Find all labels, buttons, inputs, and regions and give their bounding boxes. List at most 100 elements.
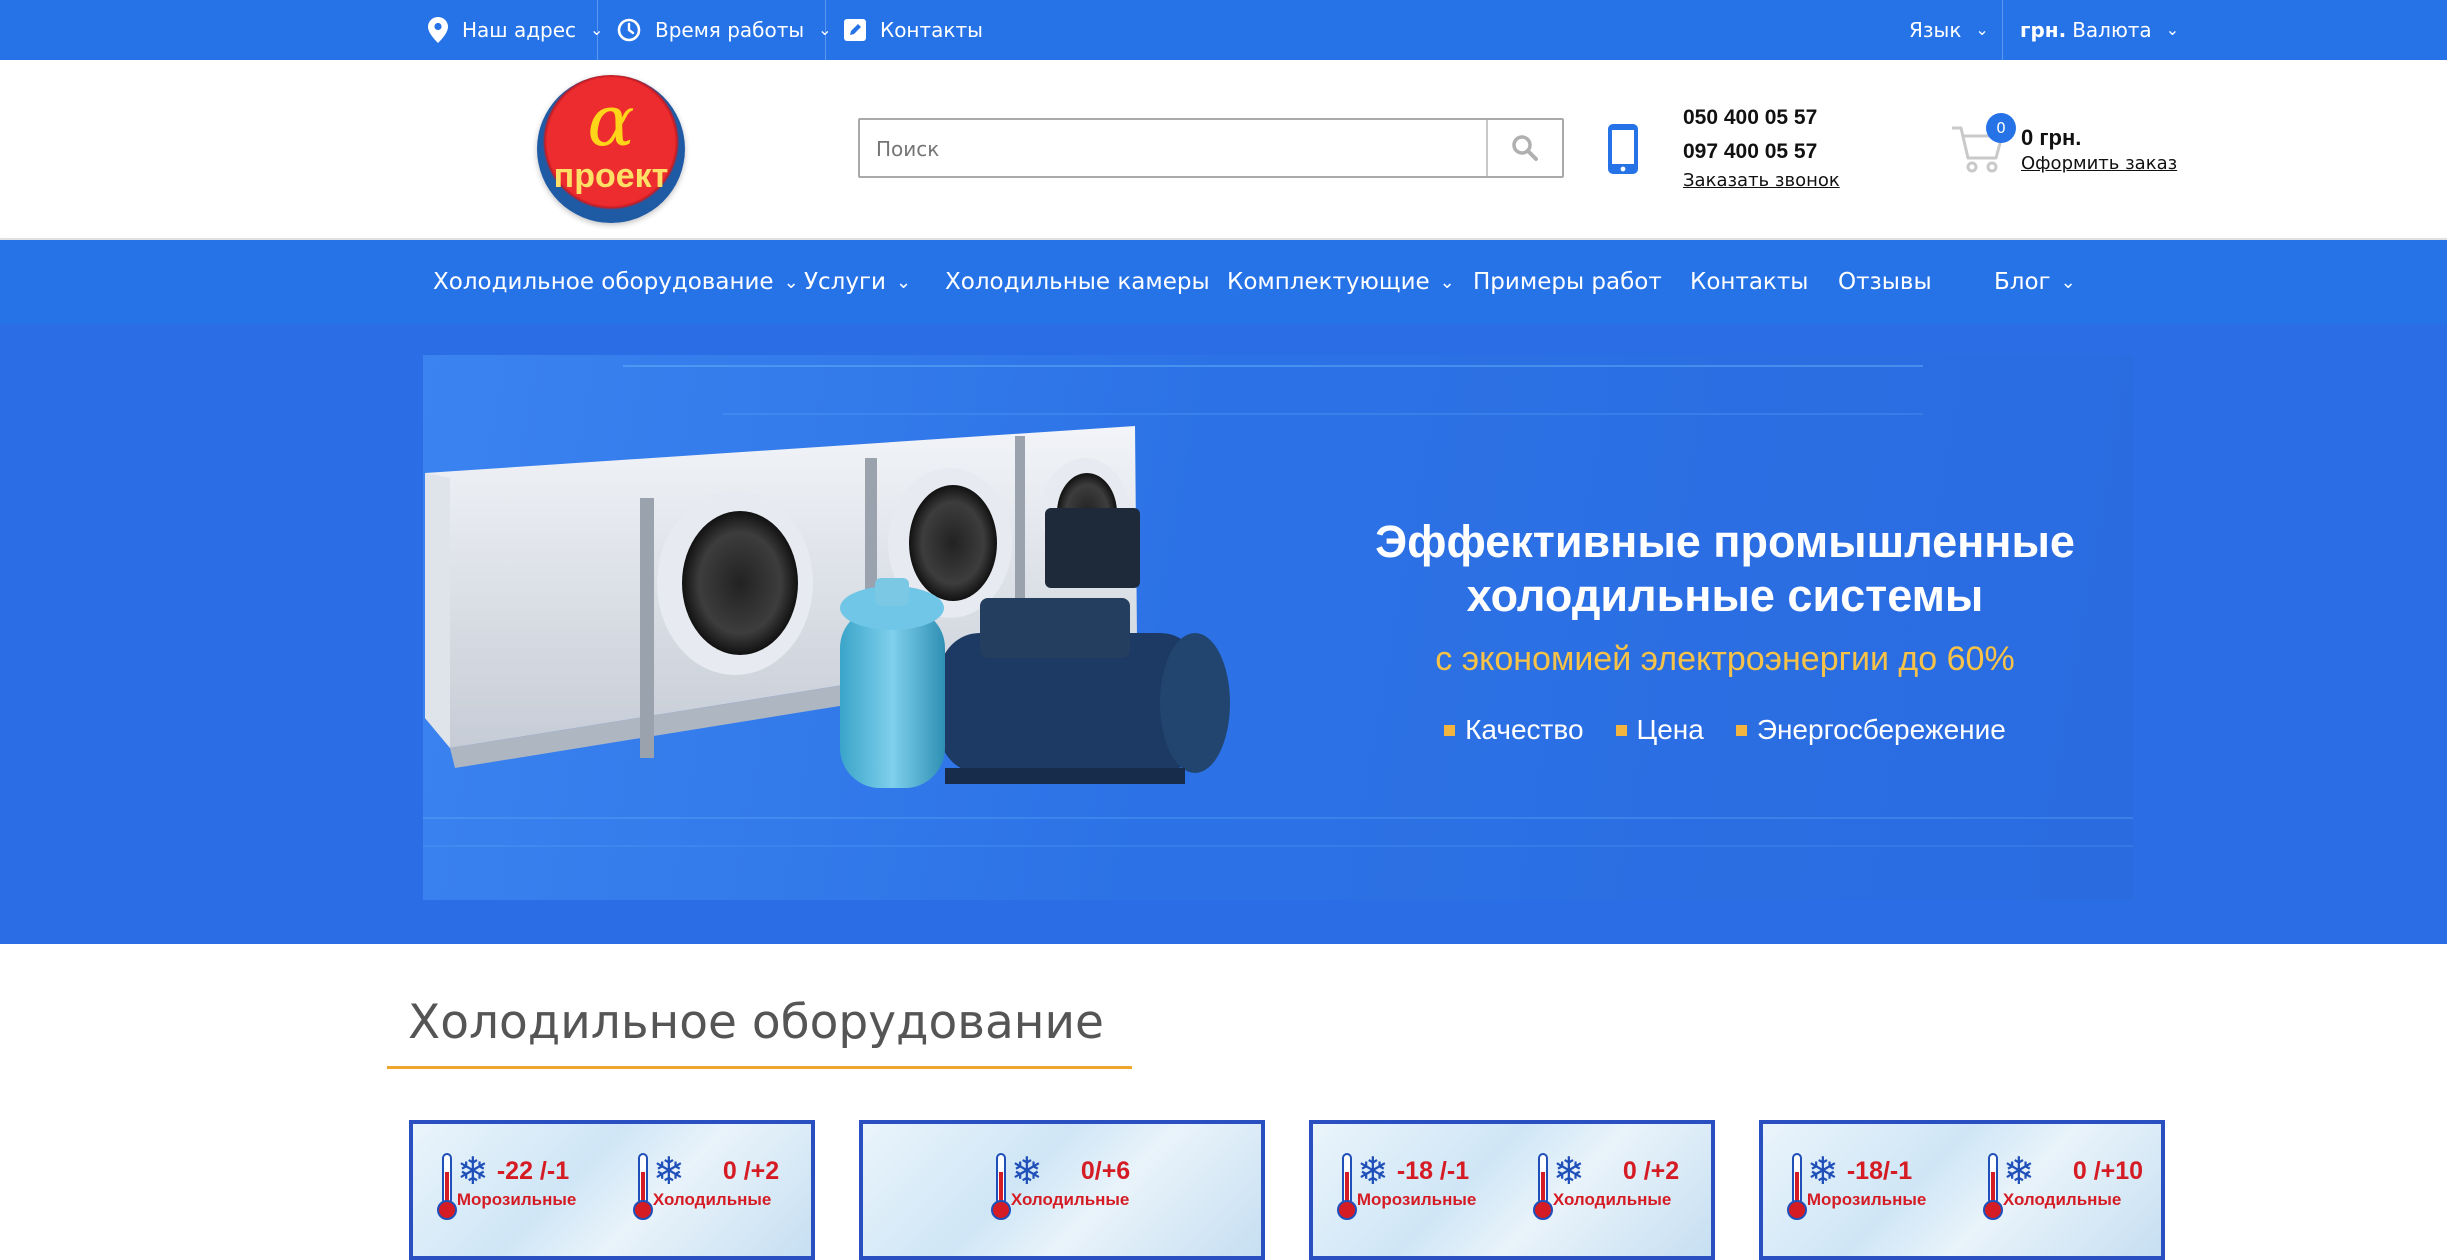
nav-item-services[interactable]: Услуги ⌄ bbox=[804, 240, 911, 324]
temp-range: -18 /-1 bbox=[1396, 1157, 1470, 1185]
clock-icon bbox=[617, 18, 641, 42]
thermometer-icon bbox=[437, 1153, 457, 1220]
banner-subtitle: с экономией электроэнергии до 60% bbox=[1435, 640, 2015, 678]
section-underline bbox=[387, 1066, 1132, 1069]
section-title: Холодильное оборудование bbox=[408, 995, 1104, 1050]
decor-line bbox=[423, 845, 2133, 847]
contacts-link[interactable]: Контакты bbox=[844, 0, 983, 60]
thermometer-icon bbox=[1337, 1153, 1357, 1220]
category-card[interactable]: ❄ -18 /-1 Морозильные ❄ 0 /+2 Холодильны… bbox=[1309, 1120, 1715, 1260]
nav-item-label: Контакты bbox=[1690, 269, 1809, 295]
banner-features: Качество Цена Энергосбережение bbox=[1270, 714, 2180, 746]
divider bbox=[597, 0, 598, 60]
feature-label: Качество bbox=[1465, 714, 1584, 745]
banner-title: Эффективные промышленные холодильные сис… bbox=[1270, 515, 2180, 623]
snowflake-icon: ❄ bbox=[1011, 1149, 1043, 1193]
currency-menu[interactable]: грн. Валюта ⌄ bbox=[2020, 0, 2179, 60]
address-menu[interactable]: Наш адрес ⌄ bbox=[428, 0, 603, 60]
nav-item-reviews[interactable]: Отзывы bbox=[1838, 240, 1932, 324]
nav-item-label: Комплектующие bbox=[1227, 269, 1430, 295]
divider bbox=[2002, 0, 2003, 60]
chevron-down-icon: ⌄ bbox=[2060, 271, 2076, 293]
nav-item-components[interactable]: Комплектующие ⌄ bbox=[1227, 240, 1455, 324]
logo-alpha: α bbox=[587, 80, 635, 162]
temp-group: ❄ -22 /-1 Морозильные bbox=[435, 1152, 576, 1222]
snowflake-icon: ❄ bbox=[457, 1149, 489, 1193]
nav-item-label: Услуги bbox=[804, 269, 887, 295]
phone-number-2[interactable]: 097 400 05 57 bbox=[1683, 140, 1817, 164]
temp-group: ❄ -18/-1 Морозильные bbox=[1785, 1152, 1926, 1222]
temp-group: ❄ 0 /+2 Холодильные bbox=[631, 1152, 779, 1222]
temp-group: ❄ 0 /+2 Холодильные bbox=[1531, 1152, 1679, 1222]
currency-code: грн. bbox=[2020, 18, 2067, 42]
thermometer-icon bbox=[1983, 1153, 2003, 1220]
nav-item-contacts[interactable]: Контакты bbox=[1690, 240, 1808, 324]
category-card[interactable]: ❄ -18/-1 Морозильные ❄ 0 /+10 Холодильны… bbox=[1759, 1120, 2165, 1260]
search-icon bbox=[1512, 135, 1538, 161]
snowflake-icon: ❄ bbox=[653, 1149, 685, 1193]
bullet-icon bbox=[1735, 724, 1747, 736]
search-input[interactable] bbox=[874, 120, 1478, 178]
temp-type: Морозильные bbox=[1806, 1190, 1927, 1209]
temp-range: 0 /+2 bbox=[722, 1157, 780, 1185]
temp-type: Холодильные bbox=[2002, 1190, 2122, 1209]
feature-label: Цена bbox=[1636, 714, 1704, 745]
search-button[interactable] bbox=[1486, 120, 1562, 176]
callback-link[interactable]: Заказать звонок bbox=[1683, 170, 1840, 191]
temp-group: ❄ 0/+6 Холодильные bbox=[989, 1152, 1130, 1222]
language-label: Язык bbox=[1909, 18, 1962, 42]
banner-title-line1: Эффективные промышленные bbox=[1375, 516, 2075, 567]
chevron-down-icon: ⌄ bbox=[2165, 19, 2180, 39]
feature-label: Энергосбережение bbox=[1756, 714, 2006, 745]
temp-range: 0 /+10 bbox=[2072, 1157, 2144, 1185]
search-box bbox=[858, 118, 1564, 178]
category-card[interactable]: ❄ 0/+6 Холодильные bbox=[859, 1120, 1265, 1260]
snowflake-icon: ❄ bbox=[1807, 1149, 1839, 1193]
map-pin-icon bbox=[428, 17, 448, 43]
temp-type: Морозильные bbox=[456, 1190, 577, 1209]
bullet-icon bbox=[1444, 724, 1456, 736]
edit-icon bbox=[844, 19, 866, 41]
logo[interactable]: α проект bbox=[537, 75, 685, 223]
contacts-label: Контакты bbox=[880, 18, 983, 42]
feature-item: Цена bbox=[1615, 714, 1704, 746]
snowflake-icon: ❄ bbox=[1553, 1149, 1585, 1193]
nav-item-label: Холодильные камеры bbox=[945, 269, 1210, 295]
chevron-down-icon: ⌄ bbox=[896, 271, 912, 293]
feature-item: Качество bbox=[1444, 714, 1584, 746]
currency-label: Валюта bbox=[2072, 18, 2152, 42]
cart-count-badge: 0 bbox=[1986, 113, 2016, 143]
language-menu[interactable]: Язык ⌄ bbox=[1909, 0, 1989, 60]
nav-item-portfolio[interactable]: Примеры работ bbox=[1473, 240, 1662, 324]
nav-item-label: Блог bbox=[1994, 269, 2051, 295]
hours-menu[interactable]: Время работы ⌄ bbox=[617, 0, 832, 60]
divider bbox=[825, 0, 826, 60]
category-card[interactable]: ❄ -22 /-1 Морозильные ❄ 0 /+2 Холодильны… bbox=[409, 1120, 815, 1260]
thermometer-icon bbox=[1787, 1153, 1807, 1220]
nav-item-label: Холодильное оборудование bbox=[433, 269, 774, 295]
temp-group: ❄ 0 /+10 Холодильные bbox=[1981, 1152, 2143, 1222]
main-nav bbox=[0, 240, 2447, 324]
temp-type: Холодильные bbox=[652, 1190, 772, 1209]
snowflake-icon: ❄ bbox=[2003, 1149, 2035, 1193]
address-label: Наш адрес bbox=[462, 18, 577, 42]
nav-item-blog[interactable]: Блог ⌄ bbox=[1994, 240, 2076, 324]
feature-item: Энергосбережение bbox=[1735, 714, 2006, 746]
chevron-down-icon: ⌄ bbox=[783, 271, 799, 293]
phone-number-1[interactable]: 050 400 05 57 bbox=[1683, 106, 1817, 130]
nav-item-label: Примеры работ bbox=[1473, 269, 1662, 295]
temp-range: -18/-1 bbox=[1846, 1157, 1913, 1185]
chevron-down-icon: ⌄ bbox=[1975, 19, 1989, 39]
thermometer-icon bbox=[633, 1153, 653, 1220]
banner-title-line2: холодильные системы bbox=[1466, 570, 1984, 621]
refrigeration-equipment-image bbox=[425, 426, 1230, 788]
temp-type: Холодильные bbox=[1552, 1190, 1672, 1209]
temp-range: 0/+6 bbox=[1080, 1157, 1131, 1185]
checkout-link[interactable]: Оформить заказ bbox=[2021, 153, 2177, 174]
temp-range: 0 /+2 bbox=[1622, 1157, 1680, 1185]
nav-item-refrigeration-equipment[interactable]: Холодильное оборудование ⌄ bbox=[433, 240, 799, 324]
cart-total[interactable]: 0 грн. bbox=[2021, 125, 2081, 151]
temp-type: Холодильные bbox=[1010, 1190, 1130, 1209]
thermometer-icon bbox=[1533, 1153, 1553, 1220]
nav-item-cold-rooms[interactable]: Холодильные камеры bbox=[945, 240, 1210, 324]
